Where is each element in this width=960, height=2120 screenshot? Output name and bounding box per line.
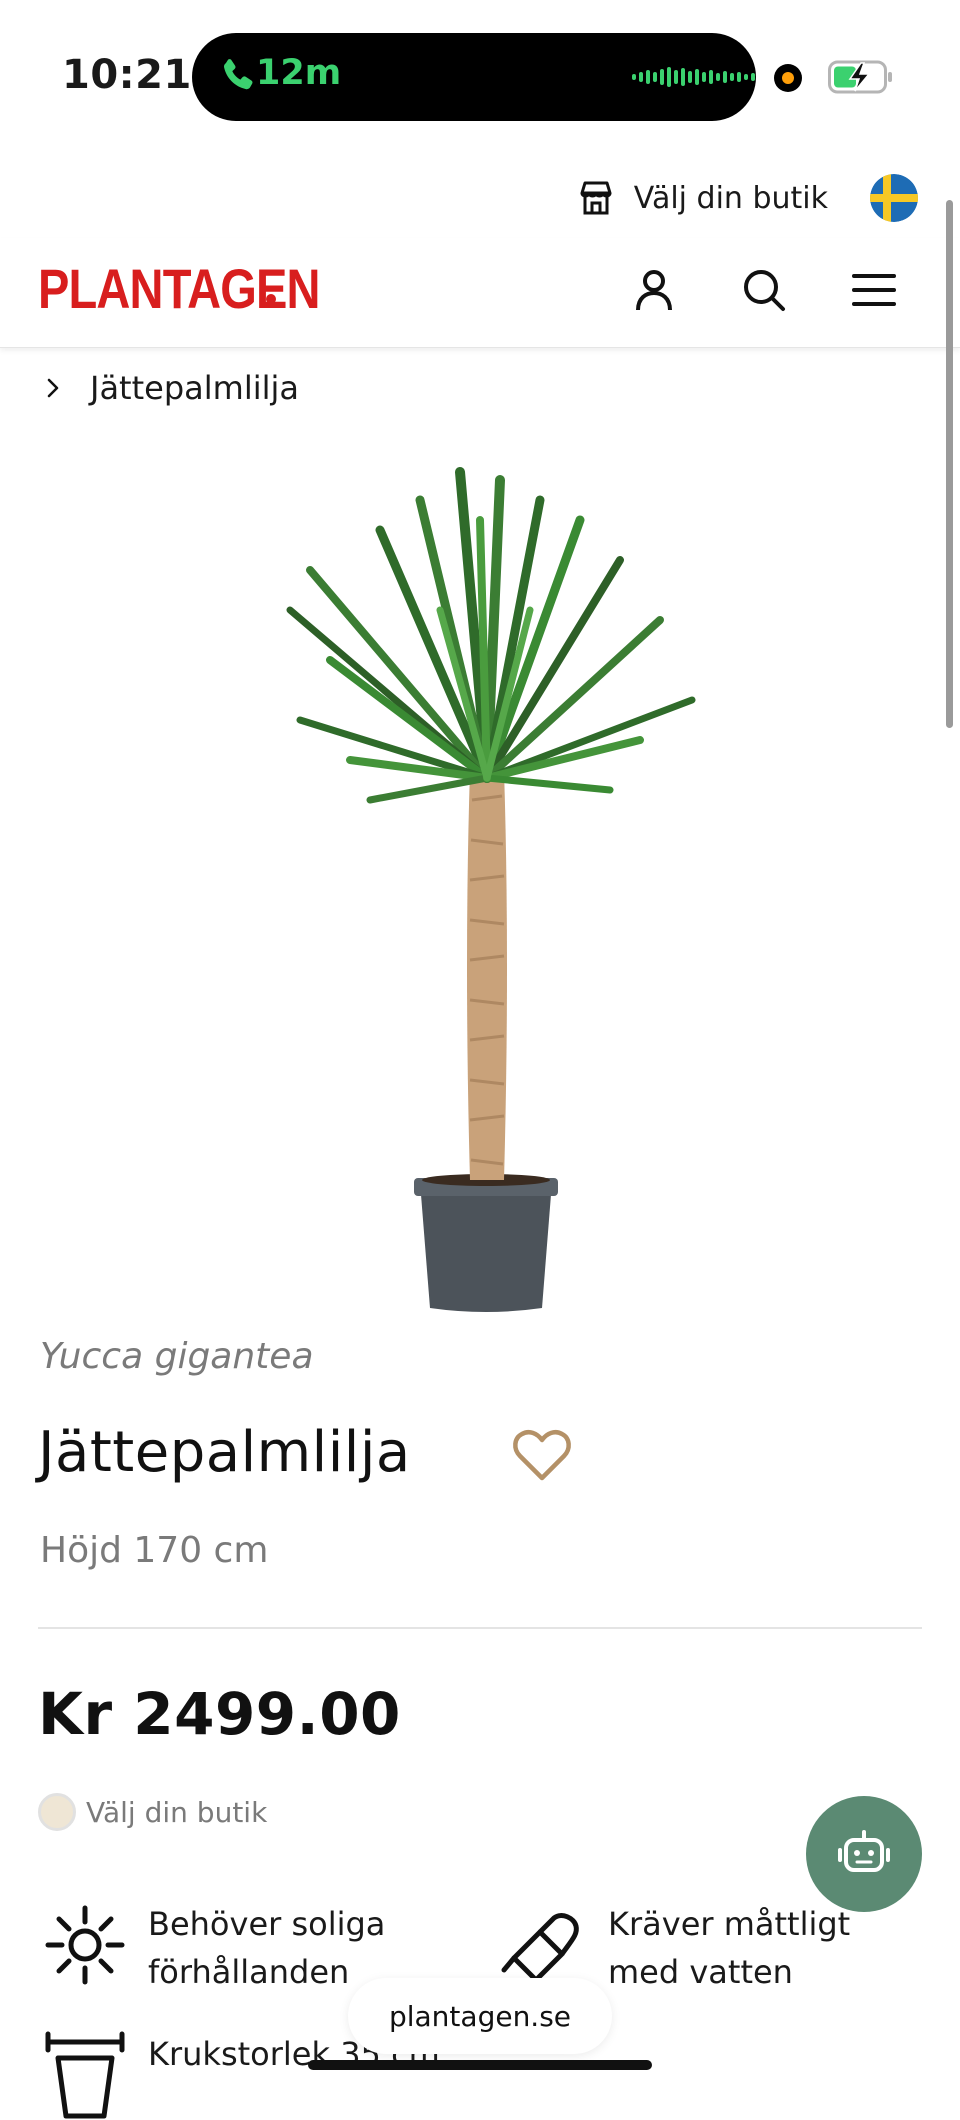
breadcrumb-item[interactable]: Jättepalmlilja (90, 369, 299, 407)
sweden-flag-icon[interactable] (870, 174, 918, 222)
care-water-line-1: Kräver måttligt (608, 1905, 851, 1943)
chatbot-icon (838, 1830, 890, 1872)
care-sun-line-2: förhållanden (148, 1953, 350, 1991)
chevron-right-icon (47, 378, 59, 398)
product-title: Jättepalmlilja (38, 1420, 411, 1485)
status-bar: 10:21 12m (0, 0, 960, 150)
menu-button[interactable] (842, 258, 906, 322)
audio-waveform-icon (632, 66, 755, 88)
call-duration: 12m (256, 53, 342, 93)
stock-label: Välj din butik (86, 1795, 268, 1829)
account-button[interactable] (622, 258, 686, 322)
account-icon (636, 270, 672, 311)
product-height: Höjd 170 cm (40, 1530, 269, 1571)
plantagen-logo[interactable]: PLANTAGEN (38, 256, 320, 321)
battery-charging-icon (828, 60, 892, 94)
product-latin-name: Yucca gigantea (40, 1336, 314, 1377)
sun-icon (45, 1905, 125, 1985)
menu-icon (852, 274, 896, 306)
store-selector[interactable]: Välj din butik (576, 168, 918, 228)
store-icon (580, 181, 612, 215)
care-water-line-2: med vatten (608, 1953, 793, 1991)
store-stock-selector[interactable]: Välj din butik (38, 1792, 267, 1832)
dynamic-island-call[interactable]: 12m (192, 33, 756, 121)
page-scrollbar[interactable] (946, 200, 953, 728)
product-price: Kr 2499.00 (38, 1680, 401, 1748)
search-button[interactable] (732, 258, 796, 322)
phone-icon (223, 59, 253, 90)
breadcrumb: Jättepalmlilja (40, 360, 299, 416)
care-sun: Behöver soliga förhållanden (40, 1900, 385, 1996)
divider (38, 1627, 922, 1629)
chatbot-button[interactable] (806, 1796, 922, 1912)
favorite-heart-icon[interactable] (510, 1426, 574, 1486)
store-selector-label: Välj din butik (633, 180, 828, 216)
home-indicator[interactable] (308, 2060, 652, 2070)
browser-url-bar[interactable]: plantagen.se (348, 1978, 612, 2054)
product-image[interactable] (280, 460, 720, 1320)
care-sun-line-1: Behöver soliga (148, 1905, 386, 1943)
recording-indicator-icon (774, 64, 802, 92)
pot-icon (45, 2031, 125, 2119)
stock-status-icon (38, 1793, 76, 1831)
registered-mark-icon (266, 294, 276, 304)
site-header: PLANTAGEN (0, 238, 960, 348)
watering-can-icon (501, 1913, 579, 1983)
status-time: 10:21 (62, 52, 192, 98)
search-icon (744, 270, 785, 311)
